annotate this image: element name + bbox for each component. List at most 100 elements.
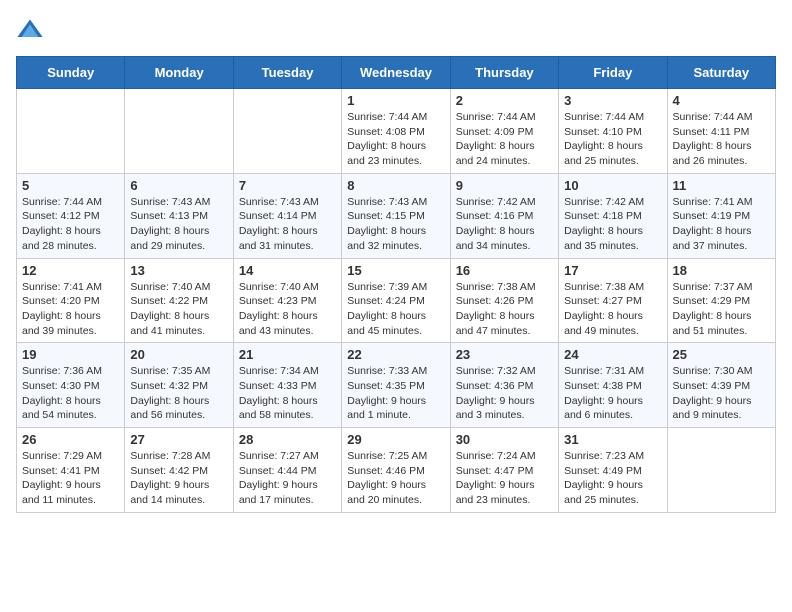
calendar-day-cell: 26 Sunrise: 7:29 AM Sunset: 4:41 PM Dayli… xyxy=(17,428,125,513)
day-info: Sunrise: 7:28 AM Sunset: 4:42 PM Dayligh… xyxy=(130,449,227,508)
day-number: 10 xyxy=(564,178,661,193)
day-info: Sunrise: 7:31 AM Sunset: 4:38 PM Dayligh… xyxy=(564,364,661,423)
day-info: Sunrise: 7:37 AM Sunset: 4:29 PM Dayligh… xyxy=(673,280,770,339)
day-number: 14 xyxy=(239,263,336,278)
day-info: Sunrise: 7:44 AM Sunset: 4:11 PM Dayligh… xyxy=(673,110,770,169)
day-number: 12 xyxy=(22,263,119,278)
calendar-day-cell: 25 Sunrise: 7:30 AM Sunset: 4:39 PM Dayli… xyxy=(667,343,775,428)
calendar-week-row: 12 Sunrise: 7:41 AM Sunset: 4:20 PM Dayli… xyxy=(17,258,776,343)
calendar-day-cell xyxy=(667,428,775,513)
day-info: Sunrise: 7:23 AM Sunset: 4:49 PM Dayligh… xyxy=(564,449,661,508)
day-info: Sunrise: 7:42 AM Sunset: 4:16 PM Dayligh… xyxy=(456,195,553,254)
calendar-day-cell: 14 Sunrise: 7:40 AM Sunset: 4:23 PM Dayli… xyxy=(233,258,341,343)
calendar-day-cell xyxy=(125,89,233,174)
day-number: 30 xyxy=(456,432,553,447)
day-number: 28 xyxy=(239,432,336,447)
calendar-day-cell: 19 Sunrise: 7:36 AM Sunset: 4:30 PM Dayli… xyxy=(17,343,125,428)
day-number: 29 xyxy=(347,432,444,447)
calendar-day-cell: 12 Sunrise: 7:41 AM Sunset: 4:20 PM Dayli… xyxy=(17,258,125,343)
day-info: Sunrise: 7:43 AM Sunset: 4:13 PM Dayligh… xyxy=(130,195,227,254)
calendar-week-row: 5 Sunrise: 7:44 AM Sunset: 4:12 PM Daylig… xyxy=(17,173,776,258)
calendar-day-cell: 23 Sunrise: 7:32 AM Sunset: 4:36 PM Dayli… xyxy=(450,343,558,428)
calendar-day-cell: 13Sunrise: 7:40 AM Sunset: 4:22 PM Dayli… xyxy=(125,258,233,343)
calendar-day-cell: 30 Sunrise: 7:24 AM Sunset: 4:47 PM Dayli… xyxy=(450,428,558,513)
day-info: Sunrise: 7:44 AM Sunset: 4:12 PM Dayligh… xyxy=(22,195,119,254)
calendar-day-cell: 6 Sunrise: 7:43 AM Sunset: 4:13 PM Daylig… xyxy=(125,173,233,258)
day-info: Sunrise: 7:32 AM Sunset: 4:36 PM Dayligh… xyxy=(456,364,553,423)
calendar-day-cell: 24 Sunrise: 7:31 AM Sunset: 4:38 PM Dayli… xyxy=(559,343,667,428)
day-number: 11 xyxy=(673,178,770,193)
day-number: 1 xyxy=(347,93,444,108)
day-number: 21 xyxy=(239,347,336,362)
calendar-day-cell: 16Sunrise: 7:38 AM Sunset: 4:26 PM Dayli… xyxy=(450,258,558,343)
day-number: 19 xyxy=(22,347,119,362)
day-info: Sunrise: 7:34 AM Sunset: 4:33 PM Dayligh… xyxy=(239,364,336,423)
day-number: 15 xyxy=(347,263,444,278)
page-header xyxy=(16,16,776,44)
day-info: Sunrise: 7:44 AM Sunset: 4:08 PM Dayligh… xyxy=(347,110,444,169)
day-info: Sunrise: 7:36 AM Sunset: 4:30 PM Dayligh… xyxy=(22,364,119,423)
day-info: Sunrise: 7:44 AM Sunset: 4:10 PM Dayligh… xyxy=(564,110,661,169)
calendar-day-cell: 20 Sunrise: 7:35 AM Sunset: 4:32 PM Dayli… xyxy=(125,343,233,428)
day-info: Sunrise: 7:35 AM Sunset: 4:32 PM Dayligh… xyxy=(130,364,227,423)
day-number: 20 xyxy=(130,347,227,362)
calendar-day-cell: 21 Sunrise: 7:34 AM Sunset: 4:33 PM Dayli… xyxy=(233,343,341,428)
day-number: 13 xyxy=(130,263,227,278)
day-info: Sunrise: 7:40 AM Sunset: 4:23 PM Dayligh… xyxy=(239,280,336,339)
day-info: Sunrise: 7:41 AM Sunset: 4:19 PM Dayligh… xyxy=(673,195,770,254)
day-info: Sunrise: 7:24 AM Sunset: 4:47 PM Dayligh… xyxy=(456,449,553,508)
calendar-day-cell: 4 Sunrise: 7:44 AM Sunset: 4:11 PM Daylig… xyxy=(667,89,775,174)
day-of-week-header: Sunday xyxy=(17,57,125,89)
calendar-day-cell: 28 Sunrise: 7:27 AM Sunset: 4:44 PM Dayli… xyxy=(233,428,341,513)
calendar-header-row: SundayMondayTuesdayWednesdayThursdayFrid… xyxy=(17,57,776,89)
calendar-day-cell xyxy=(17,89,125,174)
day-number: 5 xyxy=(22,178,119,193)
day-info: Sunrise: 7:41 AM Sunset: 4:20 PM Dayligh… xyxy=(22,280,119,339)
calendar-day-cell: 8 Sunrise: 7:43 AM Sunset: 4:15 PM Daylig… xyxy=(342,173,450,258)
day-of-week-header: Saturday xyxy=(667,57,775,89)
day-info: Sunrise: 7:29 AM Sunset: 4:41 PM Dayligh… xyxy=(22,449,119,508)
calendar-day-cell: 5 Sunrise: 7:44 AM Sunset: 4:12 PM Daylig… xyxy=(17,173,125,258)
day-number: 2 xyxy=(456,93,553,108)
day-number: 16 xyxy=(456,263,553,278)
day-info: Sunrise: 7:38 AM Sunset: 4:27 PM Dayligh… xyxy=(564,280,661,339)
day-number: 26 xyxy=(22,432,119,447)
day-number: 23 xyxy=(456,347,553,362)
calendar-day-cell: 7Sunrise: 7:43 AM Sunset: 4:14 PM Daylig… xyxy=(233,173,341,258)
calendar-day-cell xyxy=(233,89,341,174)
logo xyxy=(16,16,48,44)
day-info: Sunrise: 7:27 AM Sunset: 4:44 PM Dayligh… xyxy=(239,449,336,508)
day-info: Sunrise: 7:25 AM Sunset: 4:46 PM Dayligh… xyxy=(347,449,444,508)
day-number: 9 xyxy=(456,178,553,193)
day-number: 18 xyxy=(673,263,770,278)
day-number: 6 xyxy=(130,178,227,193)
day-info: Sunrise: 7:43 AM Sunset: 4:14 PM Dayligh… xyxy=(239,195,336,254)
day-number: 25 xyxy=(673,347,770,362)
day-number: 17 xyxy=(564,263,661,278)
calendar-week-row: 26 Sunrise: 7:29 AM Sunset: 4:41 PM Dayli… xyxy=(17,428,776,513)
calendar-day-cell: 17 Sunrise: 7:38 AM Sunset: 4:27 PM Dayli… xyxy=(559,258,667,343)
calendar-day-cell: 18 Sunrise: 7:37 AM Sunset: 4:29 PM Dayli… xyxy=(667,258,775,343)
day-info: Sunrise: 7:39 AM Sunset: 4:24 PM Dayligh… xyxy=(347,280,444,339)
day-number: 22 xyxy=(347,347,444,362)
calendar-day-cell: 22 Sunrise: 7:33 AM Sunset: 4:35 PM Dayli… xyxy=(342,343,450,428)
calendar-week-row: 1 Sunrise: 7:44 AM Sunset: 4:08 PM Daylig… xyxy=(17,89,776,174)
day-number: 4 xyxy=(673,93,770,108)
calendar-table: SundayMondayTuesdayWednesdayThursdayFrid… xyxy=(16,56,776,513)
calendar-day-cell: 3Sunrise: 7:44 AM Sunset: 4:10 PM Daylig… xyxy=(559,89,667,174)
day-info: Sunrise: 7:42 AM Sunset: 4:18 PM Dayligh… xyxy=(564,195,661,254)
day-of-week-header: Wednesday xyxy=(342,57,450,89)
day-info: Sunrise: 7:30 AM Sunset: 4:39 PM Dayligh… xyxy=(673,364,770,423)
calendar-day-cell: 11 Sunrise: 7:41 AM Sunset: 4:19 PM Dayli… xyxy=(667,173,775,258)
day-number: 24 xyxy=(564,347,661,362)
calendar-day-cell: 9 Sunrise: 7:42 AM Sunset: 4:16 PM Daylig… xyxy=(450,173,558,258)
day-info: Sunrise: 7:44 AM Sunset: 4:09 PM Dayligh… xyxy=(456,110,553,169)
day-info: Sunrise: 7:33 AM Sunset: 4:35 PM Dayligh… xyxy=(347,364,444,423)
day-of-week-header: Tuesday xyxy=(233,57,341,89)
day-number: 8 xyxy=(347,178,444,193)
day-info: Sunrise: 7:43 AM Sunset: 4:15 PM Dayligh… xyxy=(347,195,444,254)
calendar-day-cell: 15 Sunrise: 7:39 AM Sunset: 4:24 PM Dayli… xyxy=(342,258,450,343)
day-of-week-header: Thursday xyxy=(450,57,558,89)
calendar-day-cell: 1 Sunrise: 7:44 AM Sunset: 4:08 PM Daylig… xyxy=(342,89,450,174)
calendar-day-cell: 31Sunrise: 7:23 AM Sunset: 4:49 PM Dayli… xyxy=(559,428,667,513)
